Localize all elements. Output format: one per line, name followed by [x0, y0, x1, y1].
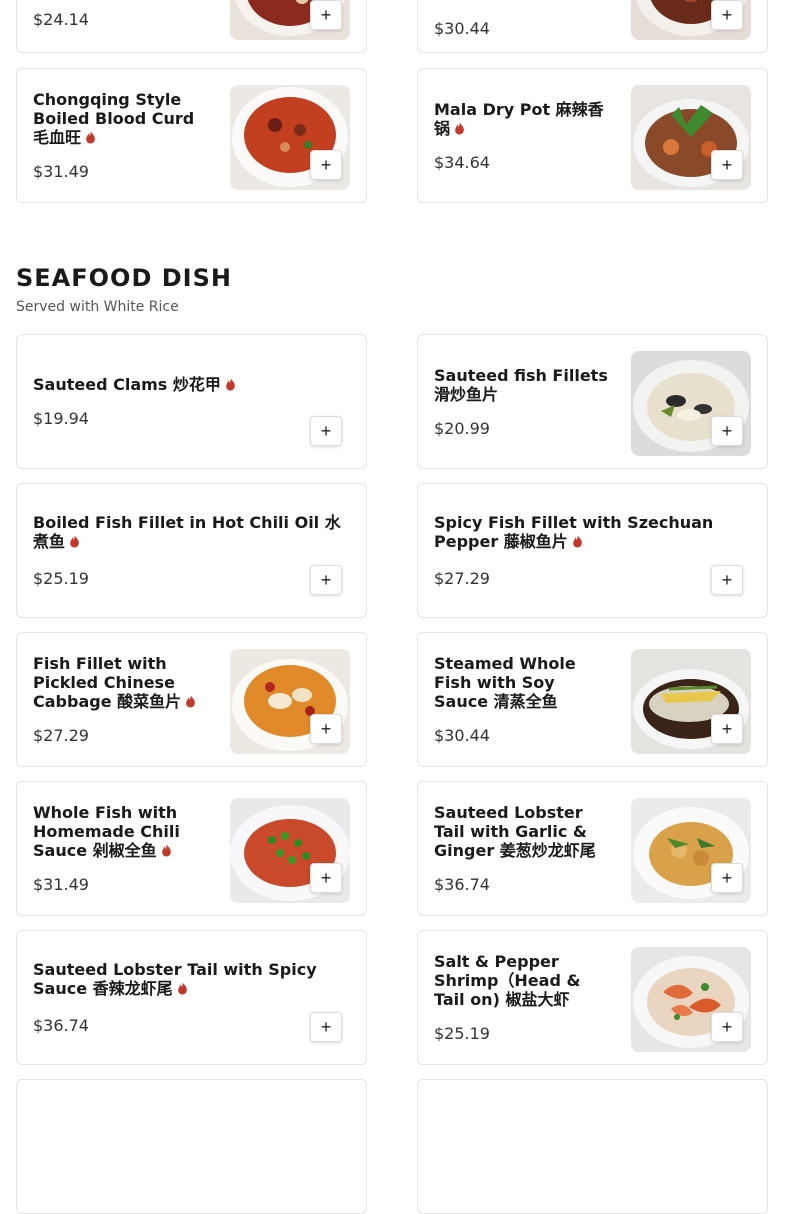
menu-item-info: Sauteed Lobster Tail with Garlic & Ginge…	[434, 782, 609, 915]
menu-item-price: $27.29	[434, 569, 490, 588]
add-to-cart-button[interactable]: +	[711, 863, 743, 893]
menu-item-price: $25.19	[434, 1024, 490, 1043]
menu-item-name: Spicy Fish Fillet with Szechuan Pepper 藤…	[434, 513, 714, 551]
menu-item-name: Chongqing Style Boiled Blood Curd 毛血旺	[33, 90, 195, 147]
menu-item-info: Chongqing Style Boiled Blood Curd 毛血旺 $3…	[33, 69, 208, 202]
chili-pepper-icon	[572, 535, 582, 548]
menu-item-price: $27.29	[33, 726, 89, 745]
menu-item-name: Mala Dry Pot 麻辣香锅	[434, 99, 604, 138]
menu-item-card[interactable]	[16, 1079, 367, 1214]
chili-pepper-icon	[186, 695, 195, 708]
chili-pepper-icon	[226, 378, 235, 391]
menu-item-card[interactable]: Fish Fillet with Pickled Chinese Cabbage…	[16, 632, 367, 767]
menu-item-card[interactable]: Mala Dry Pot 麻辣香锅 $34.64 +	[417, 68, 768, 203]
add-to-cart-button[interactable]: +	[711, 1012, 743, 1042]
add-to-cart-button[interactable]: +	[711, 0, 743, 30]
menu-item-info: Steamed Whole Fish with Soy Sauce 清蒸全鱼 $…	[434, 633, 609, 766]
add-to-cart-button[interactable]: +	[711, 714, 743, 744]
menu-item-name: Boiled Fish Fillet in Hot Chili Oil 水煮鱼	[33, 513, 341, 551]
menu-item-info: Sauteed Lobster Tail with Spicy Sauce 香辣…	[33, 931, 348, 1064]
menu-item-card[interactable]: Sauteed Lobster Tail with Spicy Sauce 香辣…	[16, 930, 367, 1065]
menu-item-price: $30.44	[434, 19, 490, 38]
menu-item-card[interactable]: Sauteed fish Fillets 滑炒鱼片 $20.99 +	[417, 334, 768, 469]
menu-item-card[interactable]: Whole Fish with Homemade Chili Sauce 剁椒全…	[16, 781, 367, 916]
menu-item-name: Sauteed Lobster Tail with Spicy Sauce 香辣…	[33, 960, 317, 998]
menu-item-price: $31.49	[33, 875, 89, 894]
menu-item-info: Boiled Fish Fillet in Hot Chili Oil 水煮鱼 …	[33, 484, 348, 617]
chili-pepper-icon	[455, 122, 464, 134]
menu-item-card[interactable]: Boiled Fish Fillet in Hot Chili Oil 水煮鱼 …	[16, 483, 367, 618]
menu-item-card[interactable]: $24.14 +	[16, 0, 367, 53]
menu-item-name: Sauteed fish Fillets 滑炒鱼片	[434, 365, 608, 404]
add-to-cart-button[interactable]: +	[711, 150, 743, 180]
section-title: SEAFOOD DISH	[16, 264, 232, 292]
section-subtitle: Served with White Rice	[16, 299, 179, 315]
add-to-cart-button[interactable]: +	[310, 1012, 342, 1042]
menu-item-info: $30.44	[434, 0, 609, 52]
menu-item-name: Fish Fillet with Pickled Chinese Cabbage…	[33, 654, 208, 711]
menu-item-price: $25.19	[33, 569, 89, 588]
menu-item-info: Whole Fish with Homemade Chili Sauce 剁椒全…	[33, 782, 208, 915]
menu-item-info: Salt & Pepper Shrimp（Head & Tail on) 椒盐大…	[434, 931, 609, 1064]
add-to-cart-button[interactable]: +	[310, 714, 342, 744]
menu-item-name: Whole Fish with Homemade Chili Sauce 剁椒全…	[33, 803, 180, 860]
add-to-cart-button[interactable]: +	[310, 150, 342, 180]
menu-item-price: $20.99	[434, 418, 490, 438]
menu-item-info: Sauteed Clams 炒花甲 $19.94	[33, 335, 348, 468]
add-to-cart-button[interactable]: +	[310, 0, 342, 30]
menu-item-info: Mala Dry Pot 麻辣香锅 $34.64	[434, 69, 609, 202]
menu-item-price: $36.74	[434, 875, 490, 894]
menu-item-card[interactable]: Sauteed Clams 炒花甲 $19.94 +	[16, 334, 367, 469]
menu-item-name: Sauteed Clams 炒花甲	[33, 375, 348, 394]
menu-item-name: Steamed Whole Fish with Soy Sauce 清蒸全鱼	[434, 654, 576, 711]
menu-item-price: $36.74	[33, 1016, 89, 1035]
add-to-cart-button[interactable]: +	[310, 863, 342, 893]
add-to-cart-button[interactable]: +	[711, 565, 743, 595]
menu-item-name: Sauteed Lobster Tail with Garlic & Ginge…	[434, 803, 596, 860]
menu-item-info: Spicy Fish Fillet with Szechuan Pepper 藤…	[434, 484, 749, 617]
menu-item-price: $30.44	[434, 726, 490, 745]
menu-item-card[interactable]: Chongqing Style Boiled Blood Curd 毛血旺 $3…	[16, 68, 367, 203]
menu-item-card[interactable]: $30.44 +	[417, 0, 768, 53]
menu-item-price: $24.14	[33, 10, 89, 29]
menu-item-card[interactable]: Sauteed Lobster Tail with Garlic & Ginge…	[417, 781, 768, 916]
add-to-cart-button[interactable]: +	[310, 565, 342, 595]
menu-item-price: $19.94	[33, 409, 89, 428]
menu-item-info: Fish Fillet with Pickled Chinese Cabbage…	[33, 633, 208, 766]
chili-pepper-icon	[70, 535, 79, 548]
menu-item-name: Salt & Pepper Shrimp（Head & Tail on) 椒盐大…	[434, 952, 581, 1009]
add-to-cart-button[interactable]: +	[310, 416, 342, 446]
menu-item-card[interactable]: Spicy Fish Fillet with Szechuan Pepper 藤…	[417, 483, 768, 618]
chili-pepper-icon	[177, 982, 187, 995]
menu-item-info: $24.14	[33, 0, 208, 52]
menu-item-card[interactable]: Salt & Pepper Shrimp（Head & Tail on) 椒盐大…	[417, 930, 768, 1065]
add-to-cart-button[interactable]: +	[711, 416, 743, 446]
menu-item-card[interactable]: Steamed Whole Fish with Soy Sauce 清蒸全鱼 $…	[417, 632, 768, 767]
menu-item-info: Sauteed fish Fillets 滑炒鱼片 $20.99	[434, 335, 609, 468]
menu-item-card[interactable]	[417, 1079, 768, 1214]
menu-item-price: $31.49	[33, 162, 89, 181]
chili-pepper-icon	[161, 844, 171, 857]
menu-item-price: $34.64	[434, 152, 490, 172]
chili-pepper-icon	[86, 131, 95, 144]
